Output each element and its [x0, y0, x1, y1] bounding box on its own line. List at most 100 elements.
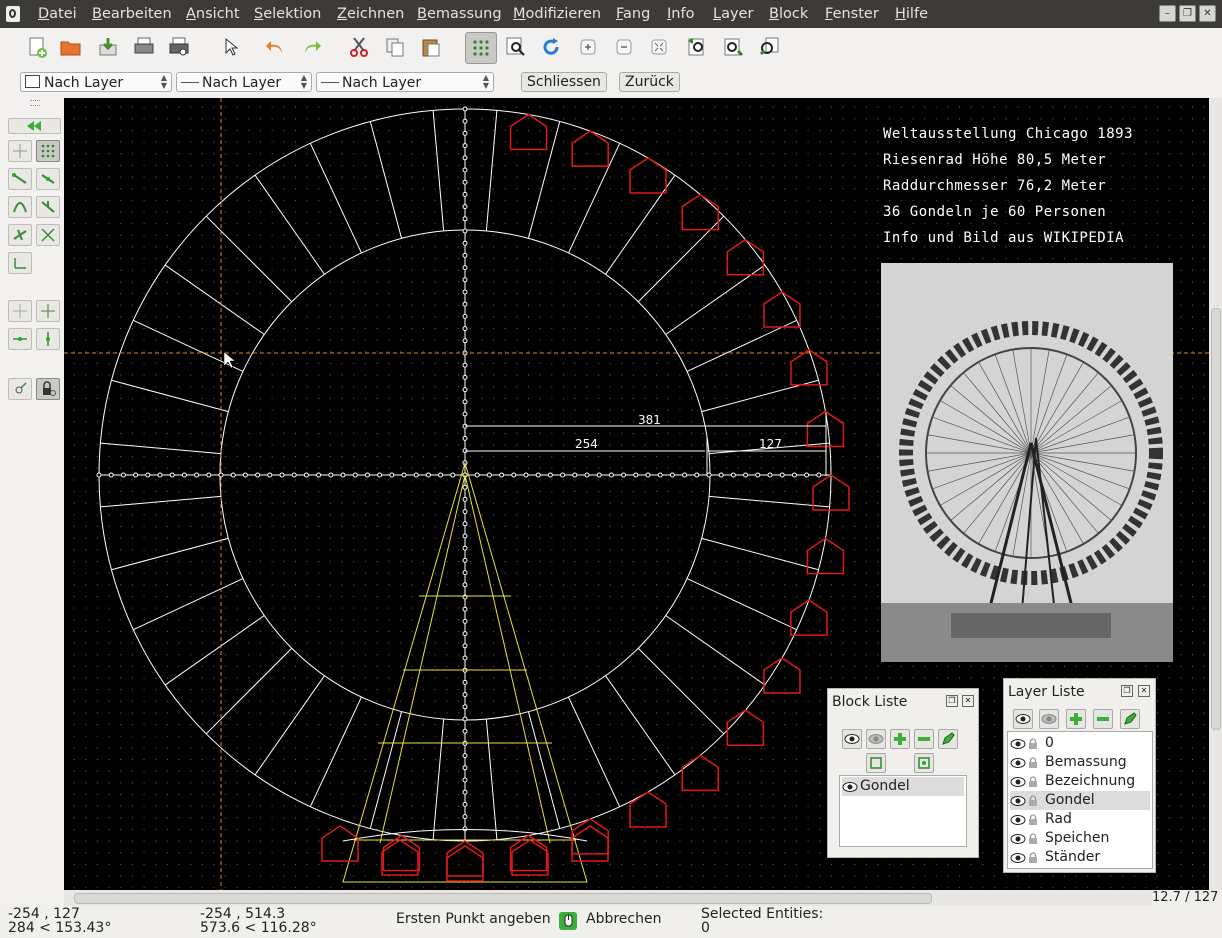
hide-all-blocks-icon[interactable]	[866, 729, 886, 749]
menu-selektion[interactable]: Selektion	[254, 6, 321, 22]
menu-info[interactable]: Info	[667, 6, 694, 22]
zoom-auto-icon[interactable]	[646, 34, 672, 60]
redo-icon[interactable]	[299, 34, 325, 60]
menu-block[interactable]: Block	[769, 6, 808, 22]
menu-bemassung[interactable]: Bemassung	[417, 6, 502, 22]
print-preview-icon[interactable]	[166, 34, 192, 60]
width-combo[interactable]: Nach Layer ▲ ▼	[176, 72, 312, 92]
print-icon[interactable]	[131, 34, 157, 60]
eye-icon[interactable]	[1010, 833, 1026, 845]
paste-icon[interactable]	[418, 34, 444, 60]
minimize-icon[interactable]: –	[1159, 5, 1176, 22]
menu-bearbeiten[interactable]: Bearbeiten	[92, 6, 172, 22]
hide-all-layers-icon[interactable]	[1039, 709, 1059, 729]
layer-item-bemassung[interactable]: Bemassung	[1010, 753, 1150, 772]
restrict-horizontal-icon[interactable]	[8, 328, 32, 350]
lock-icon[interactable]	[1027, 851, 1039, 864]
lock-icon[interactable]	[1027, 756, 1039, 769]
lock-icon[interactable]	[1027, 775, 1039, 788]
menu-hilfe[interactable]: Hilfe	[895, 6, 928, 22]
menu-layer[interactable]: Layer	[713, 6, 753, 22]
snap-free-icon[interactable]	[8, 140, 32, 162]
restrict-vertical-icon[interactable]	[36, 328, 60, 350]
restrict-nothing-icon[interactable]	[8, 300, 32, 322]
close-button[interactable]: Schliessen	[521, 72, 607, 92]
lock-icon[interactable]	[1027, 813, 1039, 826]
snap-entity-icon[interactable]	[36, 168, 60, 190]
snap-grid-icon[interactable]	[36, 140, 60, 162]
eye-icon[interactable]	[1010, 757, 1026, 769]
snap-intersection-icon[interactable]	[36, 224, 60, 246]
menu-fenster[interactable]: Fenster	[825, 6, 879, 22]
float-panel-icon[interactable]: ❐	[946, 695, 958, 707]
redraw-icon[interactable]	[538, 34, 564, 60]
menu-datei[interactable]: Datei	[38, 6, 77, 22]
zoom-out-icon[interactable]	[611, 34, 637, 60]
vertical-scroll-thumb[interactable]	[1211, 308, 1221, 730]
toolbar-handle[interactable]	[30, 100, 40, 106]
eye-icon[interactable]	[1010, 852, 1026, 864]
zoom-extents-icon[interactable]	[756, 34, 782, 60]
restrict-orthogonal-icon[interactable]	[36, 300, 60, 322]
close-icon[interactable]: ✕	[1199, 5, 1216, 22]
snap-endpoint-icon[interactable]	[8, 168, 32, 190]
eye-icon[interactable]	[1010, 814, 1026, 826]
grid-toggle-icon[interactable]	[465, 32, 497, 64]
remove-block-icon[interactable]	[914, 729, 934, 749]
snap-distance-icon[interactable]	[8, 224, 32, 246]
show-all-blocks-icon[interactable]	[842, 729, 862, 749]
save-icon[interactable]	[95, 34, 121, 60]
lock-icon[interactable]	[1027, 832, 1039, 845]
lock-icon[interactable]	[1027, 794, 1039, 807]
add-block-icon[interactable]	[890, 729, 910, 749]
float-panel-icon[interactable]: ❐	[1121, 685, 1133, 697]
cut-icon[interactable]	[346, 34, 372, 60]
close-panel-icon[interactable]: ✕	[1138, 685, 1150, 697]
add-layer-icon[interactable]	[1066, 709, 1086, 729]
show-all-layers-icon[interactable]	[1013, 709, 1033, 729]
zoom-window-icon[interactable]	[503, 34, 529, 60]
close-panel-icon[interactable]: ✕	[962, 695, 974, 707]
eye-icon[interactable]	[1010, 738, 1026, 750]
linetype-combo[interactable]: Nach Layer ▲ ▼	[316, 72, 494, 92]
edit-layer-icon[interactable]	[1120, 709, 1140, 729]
restore-icon[interactable]: ❐	[1179, 5, 1196, 22]
lock-relative-zero-icon[interactable]	[36, 378, 60, 400]
color-combo[interactable]: Nach Layer ▲ ▼	[20, 72, 172, 92]
edit-block-icon[interactable]	[938, 729, 958, 749]
horizontal-scrollbar[interactable]	[64, 890, 1152, 906]
zoom-previous-icon[interactable]	[684, 34, 710, 60]
layer-item-gondel[interactable]: Gondel	[1010, 791, 1150, 810]
new-file-icon[interactable]	[24, 34, 50, 60]
horizontal-scroll-thumb[interactable]	[74, 893, 932, 904]
menu-ansicht[interactable]: Ansicht	[186, 6, 240, 22]
layer-item-speichen[interactable]: Speichen	[1010, 829, 1150, 848]
layer-item-0[interactable]: 0	[1010, 734, 1150, 753]
lock-icon[interactable]	[1027, 737, 1039, 750]
layer-item-rad[interactable]: Rad	[1010, 810, 1150, 829]
menu-modifizieren[interactable]: Modifizieren	[513, 6, 601, 22]
eye-icon[interactable]	[1010, 776, 1026, 788]
layer-item-bezeichnung[interactable]: Bezeichnung	[1010, 772, 1150, 791]
menu-fang[interactable]: Fang	[616, 6, 650, 22]
block-listbox[interactable]: Gondel	[839, 775, 967, 847]
zoom-pan-icon[interactable]	[720, 34, 746, 60]
drawing-canvas[interactable]: 381 254 127 Weltausstellung Chicago 1893 R…	[64, 98, 1209, 890]
snap-center-icon[interactable]	[8, 196, 32, 218]
insert-block-icon[interactable]	[866, 753, 886, 773]
open-folder-icon[interactable]	[58, 34, 84, 60]
relative-zero-icon[interactable]	[8, 378, 32, 400]
block-item-gondel[interactable]: Gondel	[842, 777, 964, 796]
create-block-icon[interactable]	[914, 753, 934, 773]
back-button[interactable]: Zurück	[619, 72, 680, 92]
layer-listbox[interactable]: 0 Bemassung Bezeichnung Gondel Rad Speichen St…	[1007, 731, 1153, 869]
zoom-in-icon[interactable]	[575, 34, 601, 60]
eye-icon[interactable]	[1010, 795, 1026, 807]
eye-icon[interactable]	[842, 781, 858, 793]
remove-layer-icon[interactable]	[1093, 709, 1113, 729]
menu-zeichnen[interactable]: Zeichnen	[337, 6, 404, 22]
vertical-scrollbar[interactable]	[1209, 98, 1222, 890]
snap-on-entity-icon[interactable]	[8, 252, 32, 274]
back-arrow-icon[interactable]	[8, 118, 61, 134]
layer-item-ständer[interactable]: Ständer	[1010, 848, 1150, 867]
